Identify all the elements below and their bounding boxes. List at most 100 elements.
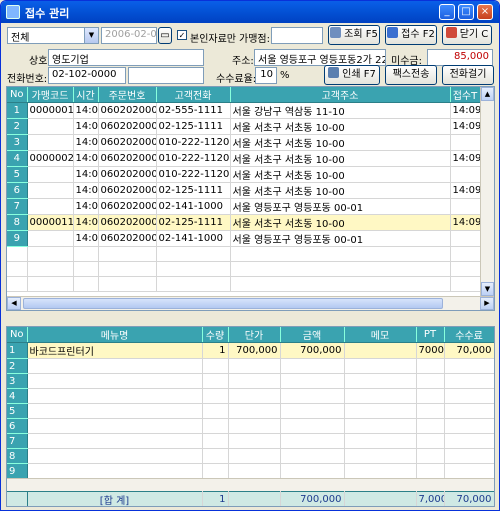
- orders-column-header[interactable]: No: [7, 87, 28, 103]
- order-cell-order: 0602020008: [98, 230, 157, 247]
- order-empty-row: [7, 261, 481, 277]
- item-cell-pt: [416, 358, 445, 374]
- order-cell-addr: 서울 영등포구 영등포동 00-01: [230, 230, 451, 247]
- order-row[interactable]: 8000001114:05060202000502-125-1111서울 서초구…: [7, 214, 481, 231]
- close-button[interactable]: 닫기 C: [442, 25, 492, 45]
- order-row[interactable]: 4000000214:050602020006010-222-1120서울 서초…: [7, 150, 481, 167]
- order-cell-order: 0602020002: [98, 102, 157, 119]
- item-cell-no: 6: [7, 418, 28, 434]
- item-row[interactable]: 4: [7, 388, 494, 404]
- orders-horizontal-scrollbar[interactable]: ◀ ▶: [7, 296, 494, 310]
- horizontal-scroll-thumb[interactable]: [23, 298, 443, 309]
- items-column-header[interactable]: PT: [416, 327, 445, 343]
- order-row[interactable]: 9 14:07060202000802-141-1000서울 영등포구 영등포동 …: [7, 230, 481, 247]
- item-row[interactable]: 7: [7, 433, 494, 449]
- fax-button[interactable]: 팩스전송: [385, 65, 437, 85]
- items-column-header[interactable]: 메모: [344, 327, 417, 343]
- order-row[interactable]: 7 14:04060202000302-141-1000서울 영등포구 영등포동 …: [7, 198, 481, 215]
- search-button[interactable]: 조회 F5: [328, 25, 380, 45]
- item-cell-pt: [416, 448, 445, 464]
- item-row[interactable]: 1 바코드프린터기 1 700,000 700,000 7000 70,000: [7, 342, 494, 359]
- items-column-header[interactable]: 메뉴명: [27, 327, 203, 343]
- plus-icon: [387, 27, 399, 38]
- items-column-header[interactable]: 수수료: [444, 327, 494, 343]
- item-cell-memo: [344, 403, 417, 419]
- app-icon: [6, 5, 20, 19]
- order-cell-no: 9: [7, 230, 28, 247]
- orders-column-header[interactable]: 시간: [73, 87, 99, 103]
- order-row[interactable]: 10000001114:01060202000202-555-1111서울 강남…: [7, 102, 481, 119]
- item-row[interactable]: 5: [7, 403, 494, 419]
- order-cell-time: 14:05: [73, 150, 99, 167]
- order-cell-order: 0602020001: [98, 118, 157, 135]
- items-column-header[interactable]: 수량: [202, 327, 229, 343]
- branch-select[interactable]: 전체 ▼: [7, 27, 99, 44]
- calendar-button[interactable]: ▭: [158, 27, 172, 44]
- order-cell-phone: 010-222-1120: [156, 166, 231, 183]
- item-cell-name: [27, 418, 203, 434]
- order-cell-t: [450, 230, 481, 247]
- title-bar[interactable]: 접수 관리 _ □ ×: [1, 1, 499, 23]
- member-field[interactable]: [271, 27, 323, 44]
- minimize-button[interactable]: _: [439, 4, 455, 20]
- items-horizontal-scrollbar[interactable]: [7, 478, 494, 491]
- item-cell-qty: [202, 418, 229, 434]
- items-column-header[interactable]: No: [7, 327, 28, 343]
- items-column-header[interactable]: 금액: [280, 327, 345, 343]
- orders-vertical-scrollbar[interactable]: ▲ ▼: [480, 87, 494, 296]
- item-row[interactable]: 6: [7, 418, 494, 434]
- items-grid: No 메뉴명 수량 단가 금액 메모 PT 수수료 1 바코드프린터기 1 700,000 700,0…: [6, 326, 495, 507]
- scroll-left-icon[interactable]: ◀: [7, 297, 21, 310]
- order-cell-phone: 02-141-1000: [156, 230, 231, 247]
- order-empty-cell: [27, 276, 74, 292]
- phone-extra-field[interactable]: [128, 67, 204, 84]
- fee-rate-field[interactable]: 10: [255, 67, 277, 84]
- item-row[interactable]: 3: [7, 373, 494, 389]
- orders-column-header[interactable]: 고객주소: [230, 87, 451, 103]
- items-total-table: [합 계] 1 700,000 7,000 70,000: [7, 491, 494, 506]
- orders-grid: No가맹코드시간주문번호고객전화고객주소접수T 10000001114:0106…: [6, 86, 495, 311]
- call-button[interactable]: 전화걸기: [442, 65, 494, 85]
- maximize-button[interactable]: □: [458, 4, 474, 20]
- main-window: 접수 관리 _ □ × 전체 ▼ 2006-02-02 ▭ ✓ 본인자료만 가맹…: [0, 0, 500, 511]
- order-cell-phone: 02-555-1111: [156, 102, 231, 119]
- order-row[interactable]: 2 14:01060202000102-125-1111서울 서초구 서초동 10…: [7, 118, 481, 135]
- order-cell-code: [27, 118, 74, 135]
- order-row[interactable]: 3 14:040602020004010-222-1120서울 서초구 서초동 1…: [7, 134, 481, 151]
- close-window-button[interactable]: ×: [477, 4, 493, 20]
- item-row[interactable]: 2: [7, 358, 494, 374]
- item-cell-amount: 700,000: [280, 342, 345, 359]
- item-cell-memo: [344, 433, 417, 449]
- date-field[interactable]: 2006-02-02: [101, 27, 157, 44]
- scroll-down-icon[interactable]: ▼: [481, 282, 494, 296]
- item-cell-fee: 70,000: [444, 342, 494, 359]
- orders-column-header[interactable]: 주문번호: [98, 87, 157, 103]
- order-empty-cell: [450, 276, 481, 292]
- phone-field[interactable]: 02-102-0000: [48, 67, 126, 84]
- order-row[interactable]: 5 14:050602020007010-222-1120서울 서초구 서초동 1…: [7, 166, 481, 183]
- order-row[interactable]: 6 14:07060202000902-125-1111서울 서초구 서초동 10…: [7, 182, 481, 199]
- order-cell-code: [27, 230, 74, 247]
- total-memo: [344, 491, 417, 506]
- order-cell-no: 5: [7, 166, 28, 183]
- only-mine-checkbox[interactable]: ✓: [177, 30, 187, 40]
- items-column-header[interactable]: 단가: [228, 327, 281, 343]
- print-button[interactable]: 인쇄 F7: [324, 65, 380, 85]
- item-row[interactable]: 9: [7, 463, 494, 479]
- register-button[interactable]: 접수 F2: [385, 25, 437, 45]
- address-field[interactable]: 서울 영등포구 영등포동2가 22: [254, 49, 386, 66]
- orders-column-header[interactable]: 고객전화: [156, 87, 231, 103]
- item-cell-qty: [202, 448, 229, 464]
- scroll-up-icon[interactable]: ▲: [481, 87, 494, 101]
- chevron-down-icon[interactable]: ▼: [84, 28, 98, 43]
- item-cell-fee: [444, 418, 494, 434]
- item-cell-qty: [202, 463, 229, 479]
- company-field[interactable]: 영도기업: [48, 49, 204, 66]
- item-cell-no: 9: [7, 463, 28, 479]
- orders-column-header[interactable]: 가맹코드: [27, 87, 74, 103]
- order-cell-t: 14:09: [450, 182, 481, 199]
- item-row[interactable]: 8: [7, 448, 494, 464]
- order-cell-code: [27, 182, 74, 199]
- scroll-right-icon[interactable]: ▶: [480, 297, 494, 310]
- orders-column-header[interactable]: 접수T: [450, 87, 481, 103]
